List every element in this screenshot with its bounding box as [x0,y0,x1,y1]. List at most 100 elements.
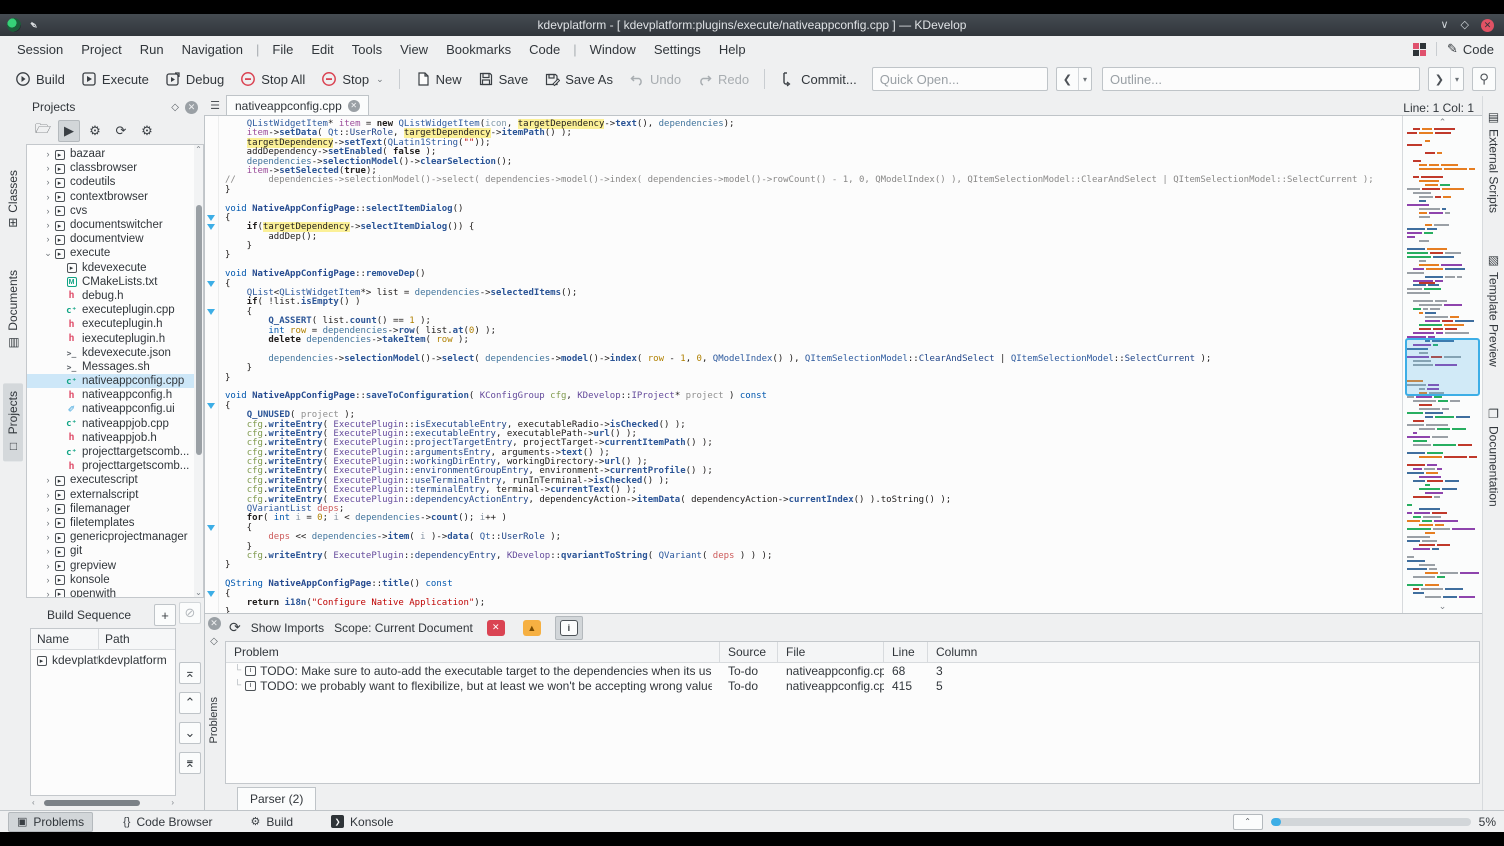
chevron-down-icon[interactable]: ⌄ [376,74,384,85]
sidebar-tab-template-preview[interactable]: ▧ Template Preview [1485,247,1503,373]
code-line[interactable]: } [225,363,1402,373]
tree-item-filemanager[interactable]: › ▸ filemanager [27,502,194,516]
reload-settings-icon[interactable]: ⟳ [110,120,132,142]
refresh-icon[interactable]: ⟳ [229,619,241,636]
sidebar-tab-external-scripts[interactable]: ▤ External Scripts [1485,104,1503,219]
scroll-up-icon[interactable]: ⌃ [1403,117,1482,128]
tree-item-kdevexecute-json[interactable]: >_ kdevexecute.json [27,346,194,360]
code-line[interactable]: } [225,185,1402,195]
fold-marker-icon[interactable] [207,280,215,287]
code-line[interactable]: dependencies->selectionModel()->select( … [225,354,1402,364]
commit-button[interactable]: Commit... [773,67,864,91]
tree-item-contextbrowser[interactable]: › ▸ contextbrowser [27,190,194,204]
filter-errors-button[interactable]: ✕ [483,617,509,639]
close-tab-icon[interactable]: ✕ [347,99,360,112]
code-line[interactable]: } [225,241,1402,251]
menu-window[interactable]: Window [581,39,645,60]
move-down-button[interactable]: ⌄ [179,722,201,744]
expander-icon[interactable]: › [43,575,53,585]
code-line[interactable]: for( int i = 0; i < dependencies->count(… [225,514,1402,524]
expander-icon[interactable]: › [43,220,53,230]
code-line[interactable]: // dependencies->selectionModel()->selec… [225,176,1402,185]
build-button[interactable]: Build [8,67,72,91]
menu-settings[interactable]: Settings [645,39,710,60]
scroll-down-icon[interactable]: ⌄ [194,588,203,597]
execute-button[interactable]: Execute [74,67,156,91]
next-button[interactable]: ❯ ▾ [1427,67,1464,91]
fold-marker-icon[interactable] [207,215,215,221]
expander-icon[interactable]: › [43,475,53,485]
prev-button[interactable]: ❮ ▾ [1055,67,1092,91]
code-line[interactable]: QList<QListWidgetItem*> list = dependenc… [225,288,1402,298]
outline-input[interactable] [1101,67,1420,91]
redo-button[interactable]: Redo [690,67,756,91]
fold-marker-icon[interactable] [207,591,215,597]
build-sequence-row[interactable]: ▸ kdevplatf... kdevplatform [31,650,175,670]
statusbar-build-button[interactable]: ⚙ Build [242,813,301,831]
code-line[interactable]: void NativeAppConfigPage::selectItemDial… [225,204,1402,214]
tree-item-nativeappjob-cpp[interactable]: c⁺ nativeappjob.cpp [27,417,194,431]
area-switcher-icon[interactable] [1413,42,1427,56]
sidebar-tab-classes[interactable]: ⊞ Classes [3,162,23,236]
scroll-left-icon[interactable]: ‹ [32,798,35,807]
tree-item-documentswitcher[interactable]: › ▸ documentswitcher [27,218,194,232]
code-line[interactable]: } [225,373,1402,383]
tree-item-nativeappconfig-h[interactable]: h nativeappconfig.h [27,388,194,402]
scroll-right-icon[interactable]: › [171,798,174,807]
code-line[interactable]: cfg.writeEntry( ExecutePlugin::dependenc… [225,495,1402,505]
code-line[interactable]: { [225,401,1402,411]
code-line[interactable]: } [225,560,1402,570]
tree-item-externalscript[interactable]: › ▸ externalscript [27,488,194,502]
menu-run[interactable]: Run [131,39,173,60]
tree-item-bazaar[interactable]: › ▸ bazaar [27,147,194,161]
column-header-file[interactable]: File [778,642,884,662]
code-line[interactable]: return i18n("Configure Native Applicatio… [225,598,1402,608]
tree-item-genericprojectmanager[interactable]: › ▸ genericprojectmanager [27,530,194,544]
code-line[interactable]: addDep(); [225,232,1402,242]
tree-item-openwith[interactable]: › ▸ openwith [27,587,194,597]
tree-item-debug-h[interactable]: h debug.h [27,289,194,303]
expander-icon[interactable]: › [43,234,53,244]
sidebar-tab-projects[interactable]: □ Projects [3,383,23,462]
expander-icon[interactable]: › [43,149,53,159]
expander-icon[interactable]: › [43,561,53,571]
tree-item-konsole[interactable]: › ▸ konsole [27,573,194,587]
configure-icon[interactable]: ⚙ [136,120,158,142]
expander-icon[interactable]: › [43,518,53,528]
expander-icon[interactable]: ⌄ [43,248,53,259]
statusbar-problems-button[interactable]: ▣ Problems [8,811,94,832]
add-to-build-sequence-button[interactable]: + [154,604,176,626]
tree-item-messages-sh[interactable]: >_ Messages.sh [27,360,194,374]
scroll-down-icon[interactable]: ⌄ [1403,601,1482,612]
pin-icon[interactable]: ✒ [26,17,41,33]
column-header-source[interactable]: Source [720,642,778,662]
fold-marker-icon[interactable] [207,309,215,315]
tree-item-projecttargetscomb-[interactable]: c⁺ projecttargetscomb... [27,445,194,459]
save-button[interactable]: Save [471,67,536,91]
tree-scrollbar[interactable]: ⌃ ⌄ [194,145,203,597]
code-line[interactable]: void NativeAppConfigPage::removeDep() [225,269,1402,279]
tree-item-filetemplates[interactable]: › ▸ filetemplates [27,516,194,530]
stop-all-button[interactable]: Stop All [233,67,312,91]
fold-marker-icon[interactable] [207,403,215,409]
expander-icon[interactable]: › [43,163,53,173]
menu-file[interactable]: File [263,39,302,60]
column-header-line[interactable]: Line [884,642,928,662]
tree-item-nativeappjob-h[interactable]: h nativeappjob.h [27,431,194,445]
expander-icon[interactable]: › [43,532,53,542]
code-line[interactable]: if( !list.isEmpty() ) [225,298,1402,308]
close-icon[interactable]: ✕ [1481,18,1494,32]
tree-item-kdevexecute[interactable]: ▸ kdevexecute [27,261,194,275]
expander-icon[interactable]: › [43,589,53,597]
tree-item-classbrowser[interactable]: › ▸ classbrowser [27,161,194,175]
menu-view[interactable]: View [391,39,437,60]
tree-item-git[interactable]: › ▸ git [27,544,194,558]
sidebar-tab-documents[interactable]: ▤ Documents [3,262,23,358]
minimap-scrollbar[interactable]: ⌃ ⌄ [1402,116,1482,613]
tree-item-codeutils[interactable]: › ▸ codeutils [27,175,194,189]
tree-item-grepview[interactable]: › ▸ grepview [27,558,194,572]
menu-navigation[interactable]: Navigation [173,39,252,60]
tree-item-iexecuteplugin-h[interactable]: h iexecuteplugin.h [27,331,194,345]
expander-icon[interactable]: › [43,192,53,202]
tree-item-executescript[interactable]: › ▸ executescript [27,473,194,487]
